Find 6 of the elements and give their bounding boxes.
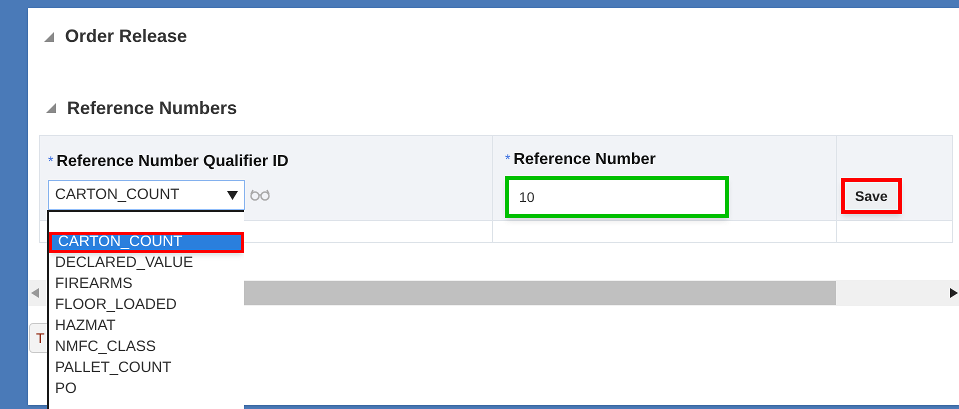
section-title: Reference Numbers bbox=[67, 96, 238, 120]
section-title: Order Release bbox=[65, 25, 188, 48]
column-label: Reference Number bbox=[513, 150, 656, 170]
column-label: Reference Number Qualifier ID bbox=[56, 152, 289, 172]
required-mark: * bbox=[48, 152, 54, 171]
required-mark: * bbox=[505, 150, 510, 169]
